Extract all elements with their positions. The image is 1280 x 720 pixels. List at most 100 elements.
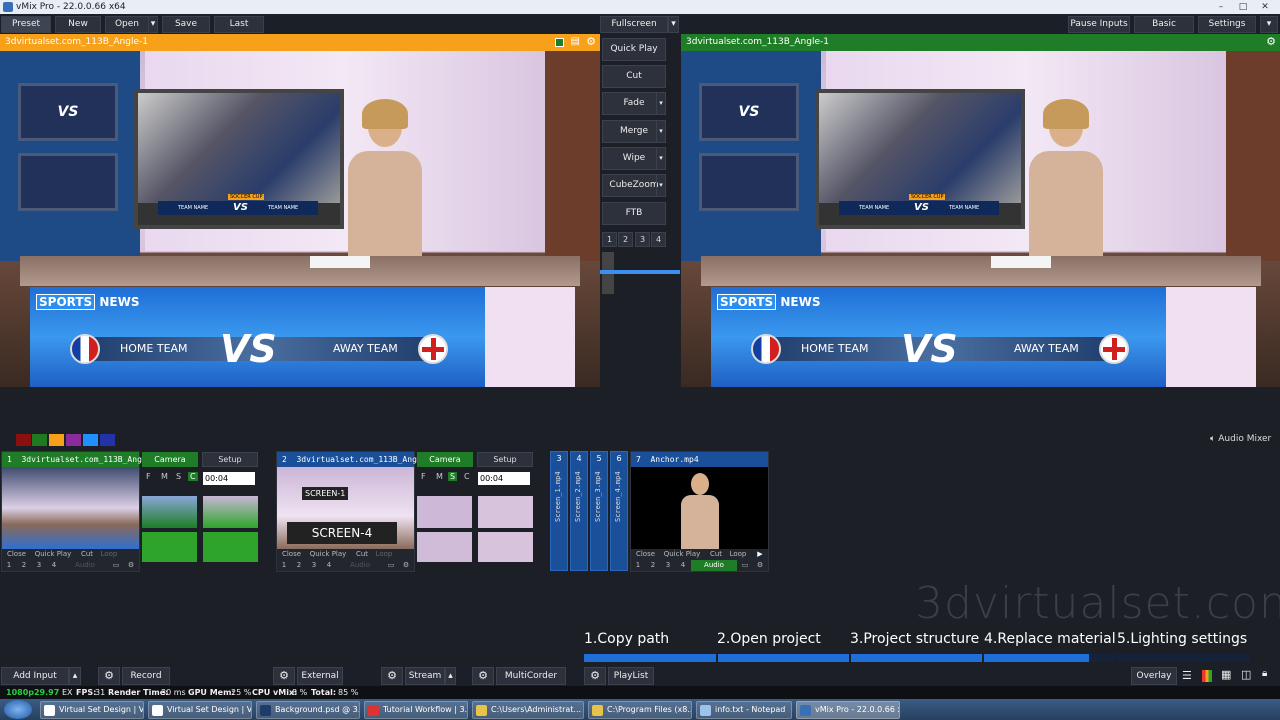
input-2-flag-c[interactable]: C — [464, 472, 470, 481]
merge-dropdown-icon[interactable]: ▾ — [656, 121, 665, 142]
input-4-tab[interactable]: 4 Screen_2.mp4 — [570, 451, 588, 571]
output-gear-icon[interactable]: ⚙ — [1266, 36, 1276, 48]
overlay-button[interactable]: Overlay — [1131, 667, 1177, 685]
add-input-dropdown-icon[interactable]: ▴ — [69, 667, 81, 685]
taskbar-item-7[interactable]: info.txt - Notepad — [696, 701, 792, 719]
record-settings-gear-icon[interactable]: ⚙ — [98, 667, 120, 685]
input-1-overlay-2[interactable]: 2 — [19, 560, 29, 571]
stream-button[interactable]: Stream — [405, 667, 445, 685]
input-2-camera-tab[interactable]: Camera — [417, 452, 473, 467]
lock-icon[interactable]: 🔒︎ — [1262, 668, 1267, 679]
input-1-close[interactable]: Close — [4, 549, 29, 560]
input-2-setup-tab[interactable]: Setup — [477, 452, 533, 467]
input-7-gear-icon[interactable]: ⚙ — [754, 560, 766, 571]
taskbar-item-5[interactable]: C:\Users\Administrat... — [472, 701, 584, 719]
swatch-orange[interactable] — [49, 434, 64, 446]
input-7-overlay-2[interactable]: 2 — [648, 560, 658, 571]
wipe-dropdown-icon[interactable]: ▾ — [656, 148, 665, 169]
fullscreen-dropdown-icon[interactable]: ▾ — [668, 16, 679, 33]
swatch-green[interactable] — [32, 434, 47, 446]
input-1-overlay-3[interactable]: 3 — [34, 560, 44, 571]
snapshot-icon[interactable]: ◫ — [1241, 668, 1251, 681]
input-2-overlay-3[interactable]: 3 — [309, 560, 319, 571]
playlist-settings-gear-icon[interactable]: ⚙ — [584, 667, 606, 685]
maximize-button[interactable]: □ — [1232, 1, 1254, 13]
open-button[interactable]: Open — [105, 16, 149, 33]
fade-button[interactable]: Fade ▾ — [602, 92, 666, 115]
input-1-camera-tab[interactable]: Camera — [142, 452, 198, 467]
input-2-monitor-icon[interactable]: ▭ — [385, 560, 397, 571]
wipe-button[interactable]: Wipe ▾ — [602, 147, 666, 170]
audio-meter-icon[interactable] — [1202, 670, 1212, 682]
record-button[interactable]: Record — [122, 667, 170, 685]
input-1-setup-tab[interactable]: Setup — [202, 452, 258, 467]
input-1-monitor-icon[interactable]: ▭ — [110, 560, 122, 571]
input-2-thumb-d[interactable] — [478, 532, 533, 562]
input-1-thumb-b[interactable] — [203, 496, 258, 528]
taskbar-item-6[interactable]: C:\Program Files (x8... — [588, 701, 692, 719]
input-2-thumb-c[interactable] — [417, 532, 472, 562]
input-2-thumb-b[interactable] — [478, 496, 533, 528]
input-2-loop[interactable]: Loop — [373, 549, 395, 560]
input-7-overlay-4[interactable]: 4 — [678, 560, 688, 571]
input-1-audio[interactable]: Audio — [62, 560, 108, 571]
settings-button[interactable]: Settings — [1198, 16, 1256, 33]
input-7-close[interactable]: Close — [633, 549, 658, 560]
input-1-flag-m[interactable]: M — [161, 472, 168, 481]
save-button[interactable]: Save — [162, 16, 210, 33]
input-5-tab[interactable]: 5 Screen_3.mp4 — [590, 451, 608, 571]
quick-play-button[interactable]: Quick Play — [602, 38, 666, 61]
input-6-tab[interactable]: 6 Screen_4.mp4 — [610, 451, 628, 571]
input-1-overlay-4[interactable]: 4 — [49, 560, 59, 571]
stream-settings-gear-icon[interactable]: ⚙ — [381, 667, 403, 685]
transition-4-button[interactable]: 4 — [651, 232, 666, 247]
input-1-thumb-a[interactable] — [142, 496, 197, 528]
input-2-overlay-4[interactable]: 4 — [324, 560, 334, 571]
input-1-overlay-1[interactable]: 1 — [4, 560, 14, 571]
fade-dropdown-icon[interactable]: ▾ — [656, 93, 665, 114]
start-button-icon[interactable] — [4, 700, 32, 719]
minimize-button[interactable]: – — [1210, 1, 1232, 13]
stream-dropdown-icon[interactable]: ▴ — [445, 667, 456, 685]
menu-more-icon[interactable]: ▾ — [1260, 16, 1278, 33]
input-3-tab[interactable]: 3 Screen_1.mp4 — [550, 451, 568, 571]
cubezoom-button[interactable]: CubeZoom ▾ — [602, 174, 666, 197]
input-7-loop[interactable]: Loop — [727, 549, 749, 560]
input-1-thumb-c[interactable] — [142, 532, 197, 562]
multicorder-settings-gear-icon[interactable]: ⚙ — [472, 667, 494, 685]
input-2-flag-m[interactable]: M — [436, 472, 443, 481]
external-settings-gear-icon[interactable]: ⚙ — [273, 667, 295, 685]
input-2-thumbnail[interactable]: SCREEN-1 SCREEN-4 — [277, 467, 414, 549]
input-1-cut[interactable]: Cut — [77, 549, 97, 560]
input-7-thumbnail[interactable] — [631, 467, 768, 549]
swatch-none[interactable] — [0, 434, 15, 446]
open-dropdown-icon[interactable]: ▾ — [148, 16, 158, 33]
input-2-overlay-2[interactable]: 2 — [294, 560, 304, 571]
input-7-quick-play[interactable]: Quick Play — [659, 549, 705, 560]
input-2-cut[interactable]: Cut — [352, 549, 372, 560]
input-1-thumb-d[interactable] — [203, 532, 258, 562]
close-button[interactable]: ✕ — [1254, 1, 1276, 13]
input-2-time-field[interactable]: 00:04 — [478, 472, 530, 485]
input-1-gear-icon[interactable]: ⚙ — [125, 560, 137, 571]
pause-inputs-button[interactable]: Pause Inputs — [1068, 16, 1130, 33]
basic-button[interactable]: Basic — [1134, 16, 1194, 33]
preset-button[interactable]: Preset — [1, 16, 51, 33]
playlist-button[interactable]: PlayList — [608, 667, 654, 685]
swatch-navy[interactable] — [100, 434, 115, 446]
cubezoom-dropdown-icon[interactable]: ▾ — [656, 175, 665, 196]
taskbar-item-4[interactable]: Tutorial Workflow | 3... — [364, 701, 468, 719]
transition-1-button[interactable]: 1 — [602, 232, 617, 247]
audio-mixer-toggle[interactable]: 🔈︎ Audio Mixer — [1210, 434, 1271, 444]
taskbar-item-1[interactable]: Virtual Set Design | Vi... — [40, 701, 144, 719]
input-2-gear-icon[interactable]: ⚙ — [400, 560, 412, 571]
input-2-audio[interactable]: Audio — [337, 560, 383, 571]
ftb-button[interactable]: FTB — [602, 202, 666, 225]
input-1-quick-play[interactable]: Quick Play — [30, 549, 76, 560]
input-7-cut[interactable]: Cut — [706, 549, 726, 560]
input-1[interactable]: 1 3dvirtualset.com_113B_Angle-1 Close Qu… — [1, 451, 156, 572]
last-button[interactable]: Last — [214, 16, 264, 33]
preview-green-icon[interactable] — [555, 38, 564, 47]
input-1-flag-f[interactable]: F — [146, 472, 151, 481]
t-bar-handle[interactable] — [600, 270, 680, 274]
